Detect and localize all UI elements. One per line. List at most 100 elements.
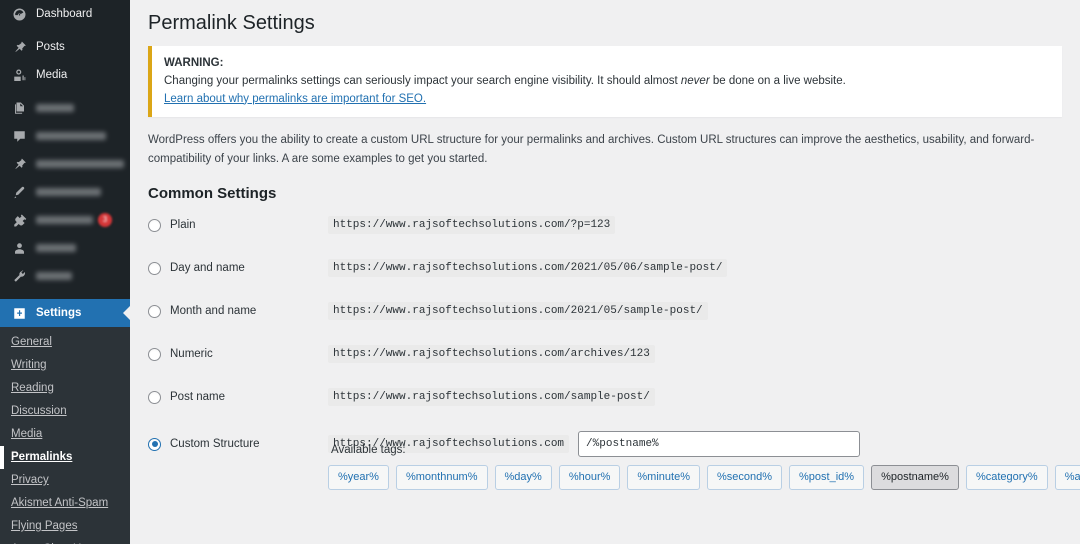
plugins-icon — [9, 210, 29, 230]
update-count-badge: 3 — [98, 213, 112, 227]
settings-icon — [9, 303, 29, 323]
sidebar-separator — [0, 290, 130, 299]
sidebar-item-label: Posts — [36, 41, 65, 53]
tag-button-minute[interactable]: %minute% — [627, 465, 700, 490]
tag-button-monthnum[interactable]: %monthnum% — [395, 465, 488, 490]
warning-text-after: be done on a live website. — [709, 74, 846, 87]
sidebar-item-label: Settings — [36, 307, 82, 319]
option-label-wrap[interactable]: Plain — [148, 218, 328, 232]
sidebar-item-label: Media — [36, 69, 68, 81]
sidebar-item-label — [36, 216, 93, 224]
sidebar-item-comments[interactable] — [0, 122, 130, 150]
warning-label: WARNING: — [164, 57, 224, 69]
sidebar-menu: Dashboard Posts Media 3 Settings — [0, 0, 130, 327]
radio-day-and-name[interactable] — [148, 261, 161, 275]
tag-button-author[interactable]: %author% — [1054, 465, 1080, 490]
tag-button-postname[interactable]: %postname% — [871, 465, 959, 490]
admin-sidebar: Dashboard Posts Media 3 Settings General Wr… — [0, 0, 130, 544]
submenu-item-media[interactable]: Media — [0, 423, 130, 446]
appearance-icon — [9, 182, 29, 202]
option-label: Post name — [170, 391, 225, 404]
sidebar-item-users[interactable] — [0, 234, 130, 262]
tag-button-hour[interactable]: %hour% — [558, 465, 621, 490]
settings-submenu: General Writing Reading Discussion Media Perm… — [0, 327, 130, 544]
tools-icon — [9, 266, 29, 286]
tag-button-day[interactable]: %day% — [494, 465, 552, 490]
submenu-item-general[interactable]: General — [0, 331, 130, 354]
sidebar-item-label — [36, 244, 76, 252]
sidebar-item-label — [36, 188, 101, 196]
option-label-wrap[interactable]: Numeric — [148, 347, 328, 361]
page-title: Permalink Settings — [148, 12, 315, 34]
users-icon — [9, 238, 29, 258]
tag-button-year[interactable]: %year% — [328, 465, 389, 490]
submenu-item-writing[interactable]: Writing — [0, 354, 130, 377]
warning-emphasis: never — [680, 74, 710, 87]
sidebar-item-pages[interactable] — [0, 94, 130, 122]
permalink-option-post-name[interactable]: Post name https://www.rajsoftechsolutions… — [148, 388, 1062, 407]
sidebar-item-posts[interactable]: Posts — [0, 33, 130, 61]
pages-icon — [9, 98, 29, 118]
option-url-example: https://www.rajsoftechsolutions.com/2021… — [328, 302, 708, 321]
intro-paragraph: WordPress offers you the ability to crea… — [148, 134, 1035, 166]
dashboard-icon — [9, 4, 29, 24]
sidebar-item-label — [36, 132, 106, 140]
submenu-item-asset-cleanup[interactable]: Asset CleanUp — [0, 538, 130, 544]
sidebar-item-label — [36, 272, 72, 280]
tag-button-second[interactable]: %second% — [706, 465, 783, 490]
sidebar-item-label: Dashboard — [36, 8, 93, 20]
radio-custom-structure[interactable] — [148, 437, 161, 451]
permalink-option-numeric[interactable]: Numeric https://www.rajsoftechsolutions.c… — [148, 345, 1062, 364]
sidebar-item-tools[interactable] — [0, 262, 130, 290]
option-label: Numeric — [170, 348, 213, 361]
submenu-item-flying-pages[interactable]: Flying Pages — [0, 515, 130, 538]
option-label: Month and name — [170, 305, 257, 318]
common-settings-heading: Common Settings — [148, 185, 277, 203]
custom-structure-input[interactable] — [578, 431, 861, 458]
option-label-wrap[interactable]: Custom Structure — [148, 437, 328, 451]
permalink-warning-notice: WARNING: Changing your permalinks settin… — [148, 46, 1062, 118]
available-tags-row: %year% %monthnum% %day% %hour% %minute% %seco… — [328, 465, 1080, 490]
option-label: Day and name — [170, 262, 245, 275]
sidebar-item-label — [36, 160, 124, 168]
radio-post-name[interactable] — [148, 390, 161, 404]
tag-button-post_id[interactable]: %post_id% — [789, 465, 865, 490]
option-url-example: https://www.rajsoftechsolutions.com/arch… — [328, 345, 655, 364]
sidebar-item-dashboard[interactable]: Dashboard — [0, 0, 130, 28]
option-label-wrap[interactable]: Month and name — [148, 304, 328, 318]
sidebar-item-appearance[interactable] — [0, 178, 130, 206]
tag-button-category[interactable]: %category% — [965, 465, 1048, 490]
wordpress-admin-screen: Dashboard Posts Media 3 Settings General Wr… — [0, 0, 1080, 544]
submenu-item-reading[interactable]: Reading — [0, 377, 130, 400]
pin-icon — [9, 37, 29, 57]
custom-structure-area: https://www.rajsoftechsolutions.com — [328, 431, 861, 458]
radio-month-and-name[interactable] — [148, 304, 161, 318]
submenu-item-privacy[interactable]: Privacy — [0, 469, 130, 492]
main-content: Permalink Settings WARNING: Changing you… — [130, 0, 1080, 544]
option-label: Custom Structure — [170, 438, 260, 451]
permalink-option-plain[interactable]: Plain https://www.rajsoftechsolutions.com… — [148, 216, 1062, 235]
option-label-wrap[interactable]: Post name — [148, 390, 328, 404]
option-url-example: https://www.rajsoftechsolutions.com/samp… — [328, 388, 655, 407]
permalink-option-month-and-name[interactable]: Month and name https://www.rajsoftechsolu… — [148, 302, 1062, 321]
media-icon — [9, 65, 29, 85]
sidebar-item-settings[interactable]: Settings — [0, 299, 130, 327]
sidebar-item-pin[interactable] — [0, 150, 130, 178]
pin-icon — [9, 154, 29, 174]
option-label: Plain — [170, 219, 196, 232]
permalink-option-day-and-name[interactable]: Day and name https://www.rajsoftechsoluti… — [148, 259, 1062, 278]
sidebar-item-label — [36, 104, 74, 112]
seo-permalinks-link[interactable]: Learn about why permalinks are important… — [164, 93, 426, 105]
option-url-example: https://www.rajsoftechsolutions.com/?p=1… — [328, 216, 616, 235]
sidebar-item-media[interactable]: Media — [0, 61, 130, 89]
submenu-item-discussion[interactable]: Discussion — [0, 400, 130, 423]
warning-text-before: Changing your permalinks settings can se… — [164, 74, 681, 87]
comments-icon — [9, 126, 29, 146]
permalink-options-list: Plain https://www.rajsoftechsolutions.com… — [148, 216, 1062, 458]
submenu-item-permalinks[interactable]: Permalinks — [0, 446, 130, 469]
submenu-item-akismet-anti-spam[interactable]: Akismet Anti-Spam — [0, 492, 130, 515]
radio-numeric[interactable] — [148, 347, 161, 361]
radio-plain[interactable] — [148, 218, 161, 232]
sidebar-item-plugins[interactable]: 3 — [0, 206, 130, 234]
option-label-wrap[interactable]: Day and name — [148, 261, 328, 275]
